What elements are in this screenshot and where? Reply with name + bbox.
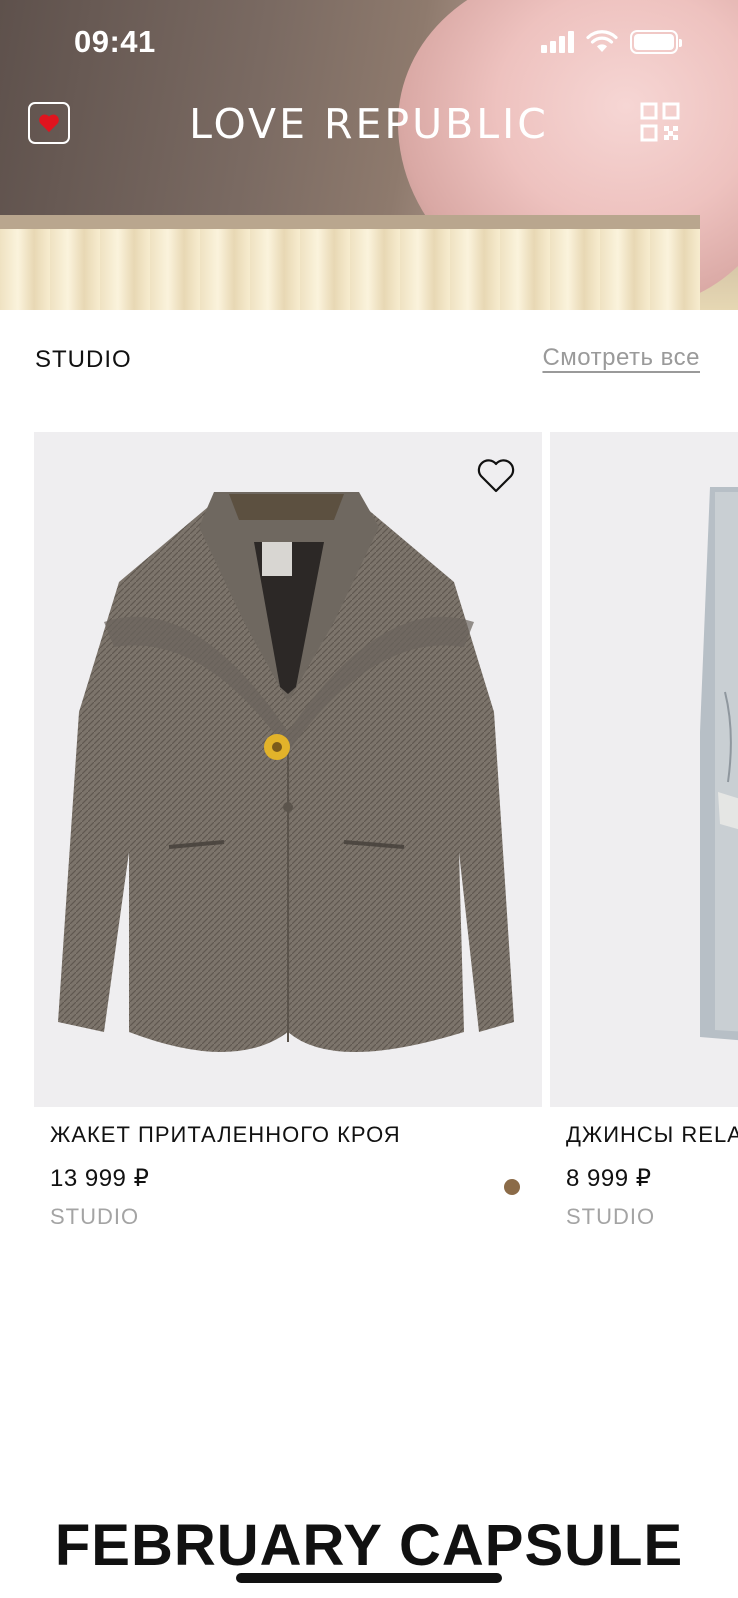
product-price: 13 999 ₽ [50, 1165, 150, 1192]
status-time: 09:41 [74, 24, 156, 59]
hero-ruffle [0, 215, 700, 310]
add-to-favorites-button[interactable] [476, 458, 516, 494]
product-brand: STUDIO [50, 1204, 140, 1229]
top-navigation: LOVE REPUBLIC [0, 98, 738, 148]
color-swatch[interactable] [504, 1179, 520, 1195]
status-bar: 09:41 [0, 0, 738, 86]
qr-code-icon [640, 102, 680, 142]
product-card[interactable]: ЖАКЕТ ПРИТАЛЕННОГО КРОЯ 13 999 ₽ STUDIO [34, 432, 542, 1229]
product-brand: STUDIO [566, 1204, 656, 1229]
home-indicator[interactable] [236, 1573, 502, 1583]
section-header: STUDIO Смотреть все [35, 344, 700, 380]
see-all-link[interactable]: Смотреть все [542, 344, 700, 372]
jeans-image [700, 487, 738, 1041]
brand-logo[interactable]: LOVE REPUBLIC [0, 100, 738, 148]
product-name[interactable]: ДЖИНСЫ RELA [566, 1122, 738, 1148]
battery-icon [630, 30, 682, 54]
status-icons [541, 30, 682, 54]
signal-icon [541, 31, 574, 53]
content-panel: STUDIO Смотреть все ЖАКЕТ ПРИТАЛЕННОГО К… [0, 310, 738, 1598]
product-carousel[interactable]: ЖАКЕТ ПРИТАЛЕННОГО КРОЯ 13 999 ₽ STUDIO … [34, 432, 738, 1252]
qr-scan-button[interactable] [640, 102, 680, 142]
product-name[interactable]: ЖАКЕТ ПРИТАЛЕННОГО КРОЯ [50, 1122, 401, 1148]
section-title: STUDIO [35, 346, 132, 373]
product-price: 8 999 ₽ [566, 1165, 652, 1192]
heart-outline-icon [477, 459, 515, 493]
blazer-image [58, 492, 514, 1052]
product-image[interactable] [34, 432, 542, 1107]
product-image[interactable] [550, 432, 738, 1107]
capsule-banner-title[interactable]: FEBRUARY CAPSULE [0, 1512, 738, 1579]
product-card[interactable]: ДЖИНСЫ RELA 8 999 ₽ STUDIO [550, 432, 738, 1229]
wifi-icon [586, 30, 618, 52]
